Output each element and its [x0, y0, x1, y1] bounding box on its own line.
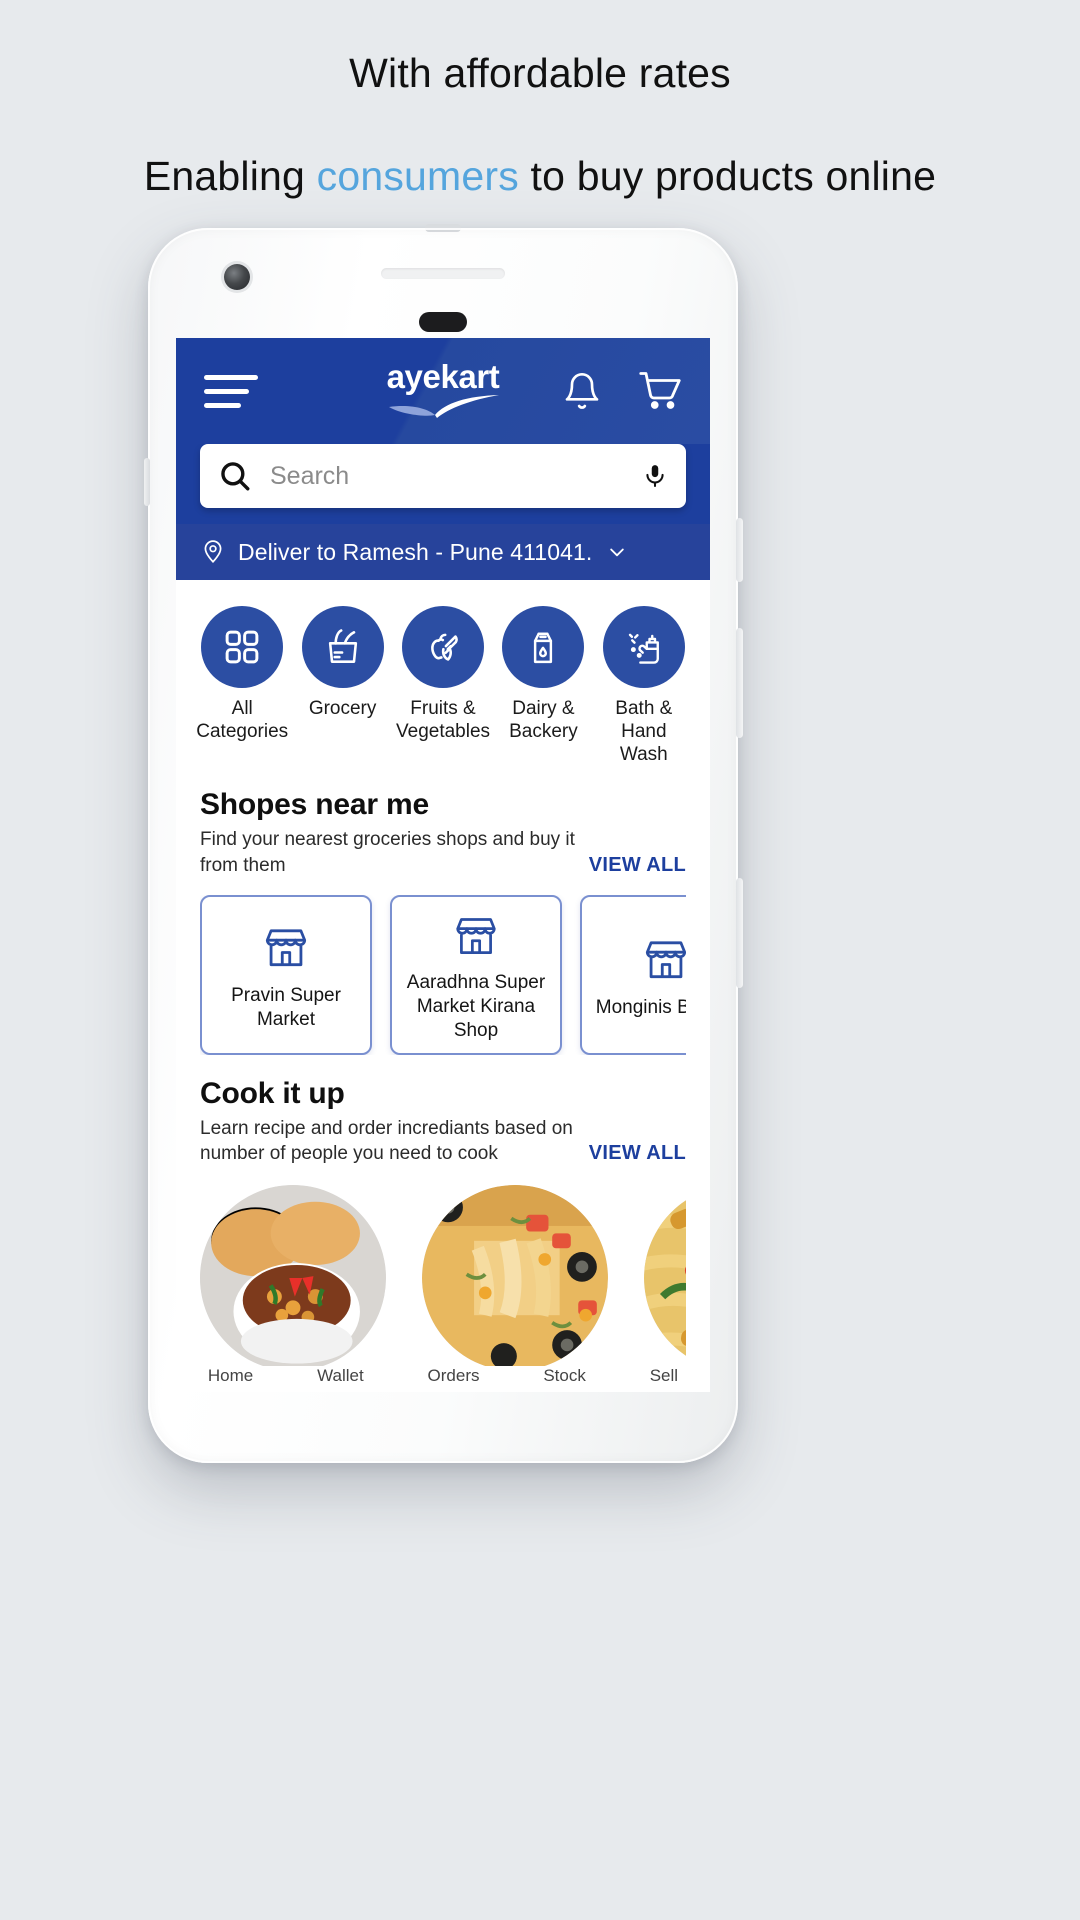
category-icon-wrap	[402, 606, 485, 688]
category-item-fruits-vegetables[interactable]: Fruits & Vegetables	[395, 606, 491, 766]
promo-headline-primary: With affordable rates	[349, 50, 731, 96]
search-icon	[221, 462, 250, 491]
recipe-image	[644, 1184, 686, 1371]
shops-section-subtitle: Find your nearest groceries shops and bu…	[200, 829, 575, 877]
brand-name-label: ayekart	[386, 358, 500, 395]
category-label: Dairy & Backery	[509, 698, 578, 742]
category-item-bath-hand-wash[interactable]: Bath & Hand Wash	[596, 606, 692, 766]
front-camera-icon	[224, 264, 250, 290]
cook-section-subtitle: Learn recipe and order incrediants based…	[200, 1117, 573, 1165]
storefront-icon	[456, 917, 496, 954]
milk-carton-icon	[534, 632, 553, 664]
power-button[interactable]	[736, 518, 743, 582]
grocery-bag-icon	[328, 629, 357, 663]
pizza-photo	[422, 1184, 608, 1371]
delivery-address-bar[interactable]: Deliver to Ramesh - Pune 411041.	[176, 524, 710, 580]
cart-icon[interactable]	[638, 370, 682, 412]
brand-swoosh-icon	[389, 395, 499, 418]
category-item-dairy-backery[interactable]: Dairy & Backery	[495, 606, 591, 766]
phone-mockup: ayekart Search Deliver to Ramesh - Pune …	[144, 224, 743, 1463]
brand-logo: ayekart	[383, 360, 503, 424]
recipe-image	[200, 1184, 386, 1371]
sim-tray	[144, 458, 150, 506]
chole-bhatura-photo	[200, 1184, 386, 1371]
shop-name-label: Aaradhna Super Market Kirana Shop	[406, 972, 546, 1041]
cook-section-subhead: Learn recipe and order incrediants based…	[200, 1111, 686, 1167]
cook-section-title: Cook it up	[200, 1076, 345, 1110]
recipe-card[interactable]: Pizza	[422, 1184, 608, 1392]
category-icon-wrap	[602, 606, 685, 688]
shop-card[interactable]: Monginis Bakery	[580, 894, 686, 1055]
bottom-nav-item-orders[interactable]: Orders	[428, 1366, 480, 1386]
shops-section-subhead: Find your nearest groceries shops and bu…	[200, 822, 686, 878]
shops-near-me-section: Shopes near me Find your nearest groceri…	[176, 772, 710, 1055]
storefront-icon	[265, 929, 307, 966]
shops-section-title: Shopes near me	[200, 788, 429, 822]
location-pin-icon	[204, 540, 222, 563]
pasta-photo	[644, 1184, 686, 1371]
microphone-icon[interactable]	[642, 459, 668, 493]
volume-down-button[interactable]	[736, 878, 743, 988]
shop-name-label: Pravin Super Market	[231, 984, 341, 1030]
cook-it-up-section: Cook it up Learn recipe and order incred…	[176, 1055, 710, 1392]
shop-name-label: Monginis Bakery	[595, 996, 686, 1018]
delivery-address-label: Deliver to Ramesh - Pune 411041.	[238, 538, 593, 565]
bottom-nav-item-stock[interactable]: Stock	[543, 1366, 586, 1386]
category-strip: All Categories Grocery Fruits & Vegetabl…	[176, 580, 710, 772]
phone-top-mark	[425, 224, 461, 232]
apple-carrot-icon	[431, 633, 458, 661]
category-label: Bath & Hand Wash	[615, 698, 673, 765]
storefront-icon	[645, 941, 686, 978]
category-item-all-categories[interactable]: All Categories	[194, 606, 290, 766]
search-input[interactable]	[252, 461, 642, 491]
bottom-nav-item-sell[interactable]: Sell	[650, 1366, 678, 1386]
promo-headline-after: to buy products online	[518, 153, 937, 200]
phone-screen: ayekart Search Deliver to Ramesh - Pune …	[176, 338, 710, 1392]
category-icon-wrap	[502, 606, 585, 688]
category-label: Grocery	[308, 698, 377, 719]
app-header: ayekart	[176, 338, 710, 444]
shop-card[interactable]: Pravin Super Market	[200, 894, 372, 1055]
category-label: All Categories	[196, 698, 289, 742]
search-bar[interactable]	[200, 444, 686, 508]
search-section	[176, 444, 710, 524]
app-header-actions	[562, 370, 682, 412]
recipes-carousel[interactable]: Chole Bhatura	[200, 1184, 686, 1392]
category-icon-wrap	[301, 606, 384, 688]
category-label: Fruits & Vegetables	[396, 698, 491, 742]
shops-carousel[interactable]: Pravin Super Market Aaradhna Super Marke…	[200, 894, 686, 1055]
shops-view-all-link[interactable]: VIEW ALL	[589, 854, 686, 879]
category-item-grocery[interactable]: Grocery	[294, 606, 390, 766]
bottom-nav-item-home[interactable]: Home	[208, 1366, 253, 1386]
category-icon-wrap	[201, 606, 284, 688]
recipe-card[interactable]: Chole Bhatura	[200, 1184, 386, 1392]
hand-wash-icon	[628, 633, 659, 664]
proximity-sensor	[419, 312, 467, 332]
hamburger-icon[interactable]	[204, 374, 258, 408]
bottom-navigation: Home Wallet Orders Stock Sell	[176, 1366, 710, 1392]
recipe-image	[422, 1184, 608, 1371]
bell-icon[interactable]	[562, 370, 602, 412]
promo-headline-block: With affordable rates Enabling consumers…	[0, 0, 1080, 203]
grid-four-squares-icon	[225, 630, 259, 664]
recipe-card[interactable]: Pasta	[644, 1184, 686, 1392]
promo-headline-secondary: Enabling consumers to buy products onlin…	[0, 151, 1080, 202]
cook-view-all-link[interactable]: VIEW ALL	[589, 1142, 686, 1167]
chevron-down-icon[interactable]	[604, 542, 630, 562]
promo-headline-highlight: consumers	[316, 153, 519, 200]
bottom-nav-item-wallet[interactable]: Wallet	[317, 1366, 364, 1386]
earpiece-speaker	[381, 268, 505, 279]
shop-card[interactable]: Aaradhna Super Market Kirana Shop	[390, 894, 562, 1055]
volume-up-button[interactable]	[736, 628, 743, 738]
promo-headline-before: Enabling	[143, 153, 317, 200]
